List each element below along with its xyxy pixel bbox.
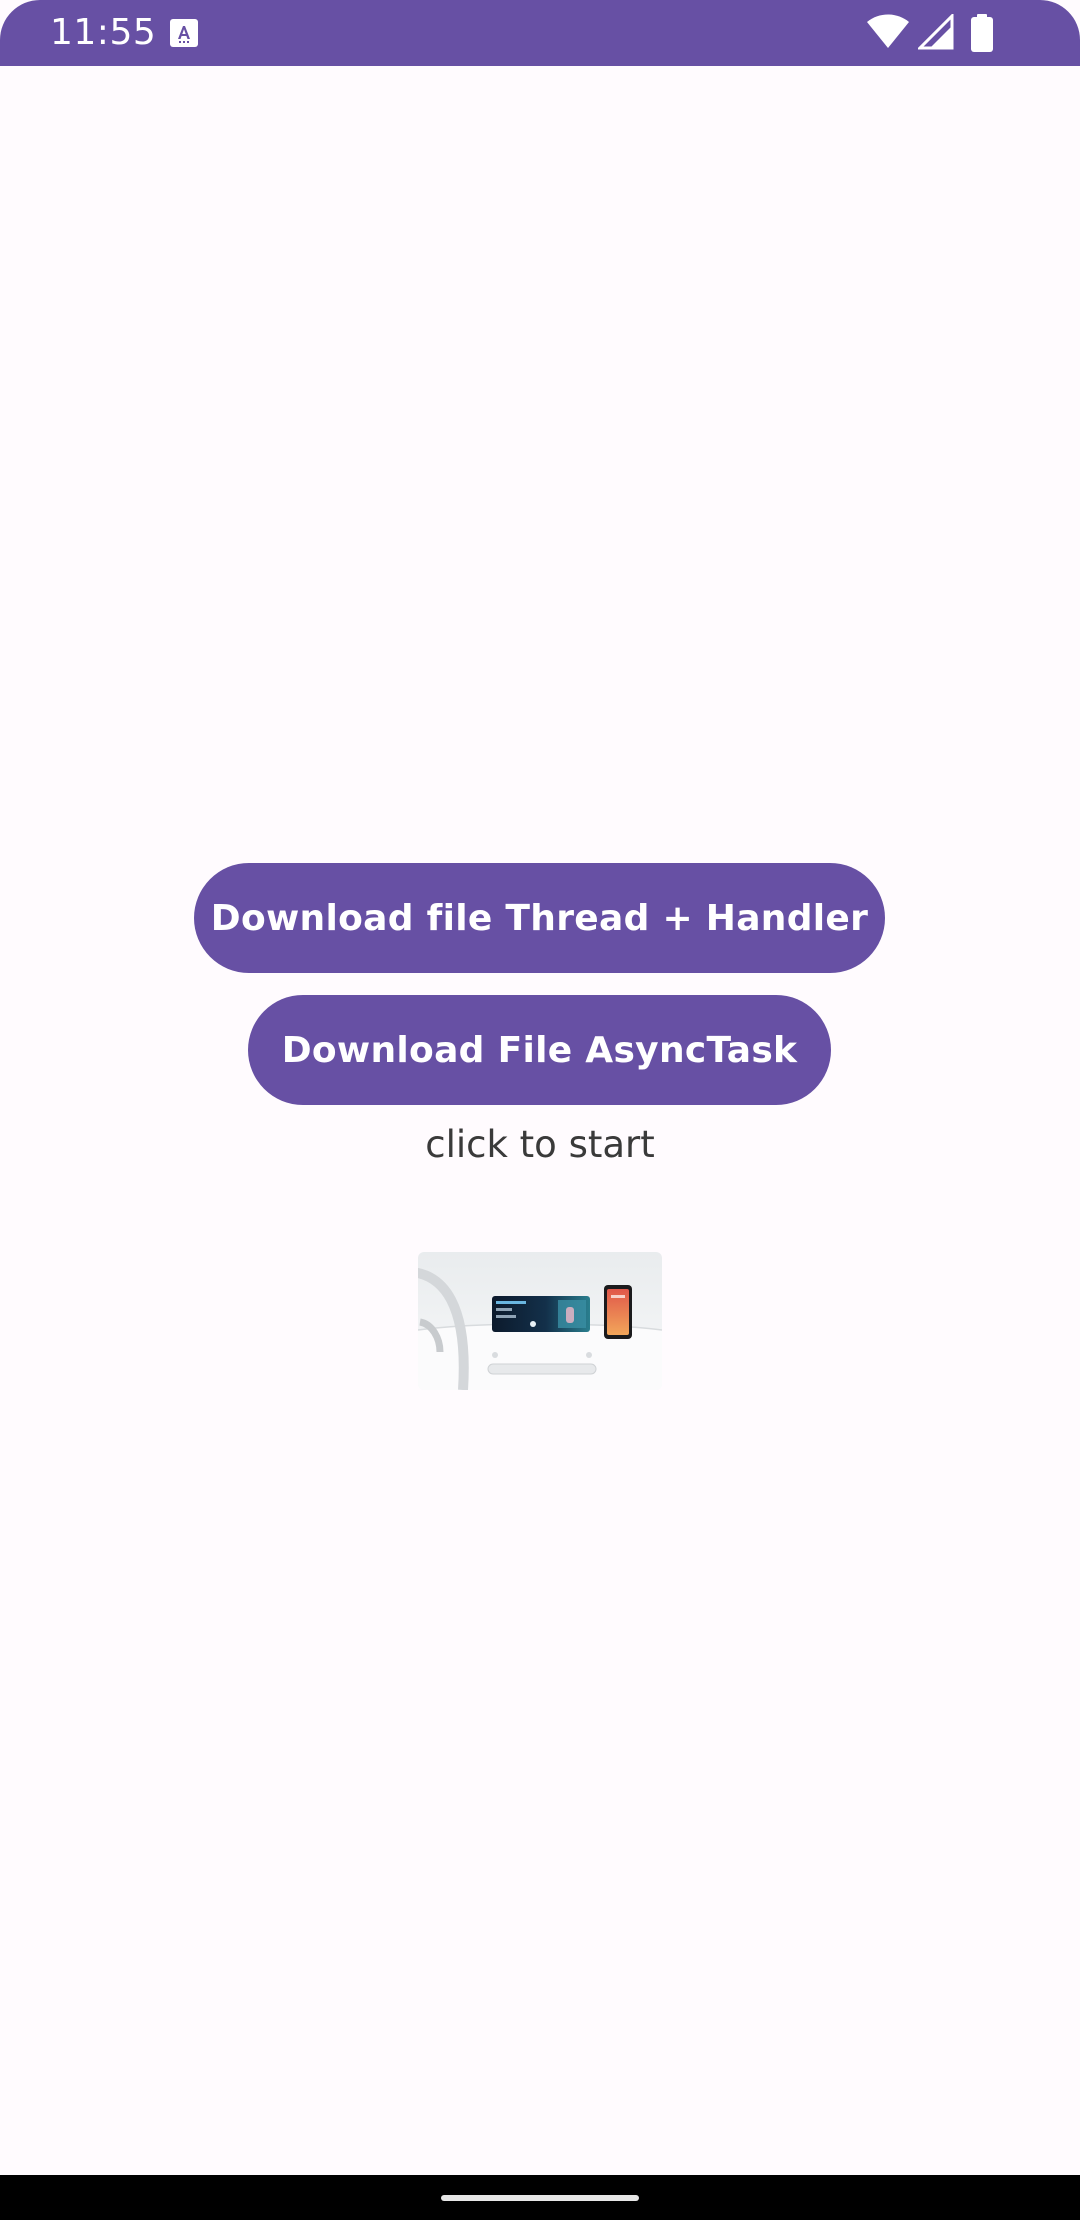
download-thread-handler-button[interactable]: Download file Thread + Handler [194, 863, 885, 973]
downloaded-image [418, 1252, 662, 1390]
battery-icon [971, 14, 993, 52]
home-gesture-handle[interactable] [441, 2195, 639, 2201]
font-download-icon [170, 19, 198, 47]
download-status-text: click to start [425, 1123, 655, 1166]
status-time: 11:55 [50, 12, 157, 53]
status-bar: 11:55 [0, 0, 1080, 66]
download-asynctask-button[interactable]: Download File AsyncTask [248, 995, 831, 1105]
navigation-bar [0, 2175, 1080, 2220]
cell-signal-icon [918, 14, 954, 50]
wifi-icon [867, 14, 909, 48]
